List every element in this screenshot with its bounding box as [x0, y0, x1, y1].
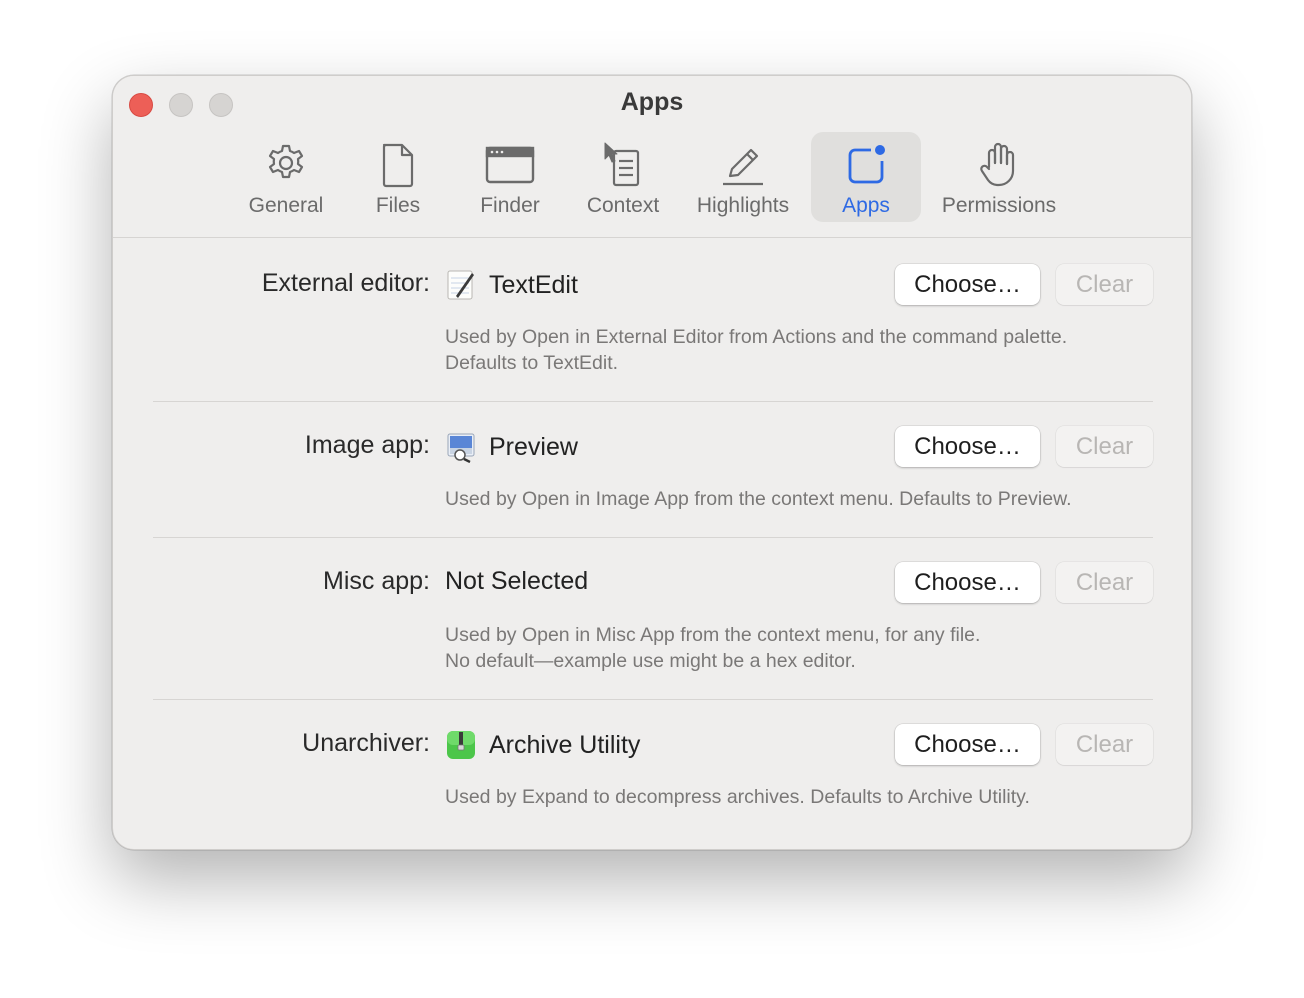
- document-icon: [371, 138, 425, 192]
- image-app-name: Preview: [489, 432, 578, 461]
- unarchiver-description: Used by Expand to decompress archives. D…: [445, 784, 1155, 810]
- divider: [153, 537, 1153, 538]
- description-line: Used by Expand to decompress archives. D…: [445, 786, 1030, 808]
- tab-label: Context: [586, 194, 660, 217]
- tab-apps[interactable]: Apps: [811, 132, 921, 222]
- unarchiver-label: Unarchiver:: [302, 729, 430, 757]
- tab-label: Permissions: [941, 194, 1057, 217]
- external-editor-description: Used by Open in External Editor from Act…: [445, 324, 1155, 376]
- textedit-icon: [445, 269, 477, 301]
- description-line: No default—example use might be a hex ed…: [445, 650, 856, 672]
- tab-highlights[interactable]: Highlights: [687, 132, 799, 222]
- misc-app-choose-button[interactable]: Choose…: [895, 562, 1040, 603]
- preferences-window: Apps General Files Finder Context Highli…: [112, 75, 1192, 850]
- divider: [153, 401, 1153, 402]
- misc-app-value: Not Selected: [445, 567, 588, 596]
- unarchiver-value: Archive Utility: [445, 729, 640, 761]
- tab-general[interactable]: General: [241, 132, 331, 222]
- misc-app-description: Used by Open in Misc App from the contex…: [445, 622, 1155, 674]
- image-app-description: Used by Open in Image App from the conte…: [445, 486, 1155, 512]
- external-editor-value: TextEdit: [445, 269, 578, 301]
- image-app-value: Preview: [445, 431, 578, 464]
- misc-app-name: Not Selected: [445, 567, 589, 595]
- tab-label: Highlights: [696, 194, 790, 217]
- external-editor-label: External editor:: [261, 269, 430, 297]
- unarchiver-choose-button[interactable]: Choose…: [895, 724, 1040, 765]
- app-badge-icon: [839, 138, 893, 192]
- unarchiver-clear-button[interactable]: Clear: [1056, 724, 1153, 765]
- external-editor-choose-button[interactable]: Choose…: [895, 264, 1040, 305]
- window-title: Apps: [620, 88, 684, 116]
- window-icon: [483, 138, 537, 192]
- tab-label: Files: [375, 194, 421, 217]
- tab-files[interactable]: Files: [363, 132, 433, 222]
- description-line: Used by Open in Misc App from the contex…: [445, 624, 981, 646]
- tab-finder[interactable]: Finder: [465, 132, 555, 222]
- preferences-toolbar: General Files Finder Context Highlights …: [113, 132, 1191, 224]
- description-line: Used by Open in External Editor from Act…: [445, 326, 1068, 348]
- tab-label: Apps: [842, 194, 890, 217]
- tab-label: General: [248, 194, 324, 217]
- divider: [153, 699, 1153, 700]
- description-line: Used by Open in Image App from the conte…: [445, 488, 1072, 510]
- misc-app-clear-button[interactable]: Clear: [1056, 562, 1153, 603]
- titlebar: Apps General Files Finder Context Highli…: [113, 76, 1191, 238]
- image-app-clear-button[interactable]: Clear: [1056, 426, 1153, 467]
- tab-context[interactable]: Context: [575, 132, 671, 222]
- tab-permissions[interactable]: Permissions: [931, 132, 1067, 222]
- unarchiver-app-name: Archive Utility: [489, 730, 641, 759]
- tab-label: Finder: [480, 194, 540, 217]
- description-line: Defaults to TextEdit.: [445, 352, 619, 374]
- external-editor-app-name: TextEdit: [489, 270, 578, 299]
- hand-icon: [972, 138, 1026, 192]
- misc-app-label: Misc app:: [323, 567, 430, 595]
- preview-icon: [445, 431, 477, 464]
- archive-utility-icon: [445, 729, 477, 761]
- external-editor-clear-button[interactable]: Clear: [1056, 264, 1153, 305]
- image-app-choose-button[interactable]: Choose…: [895, 426, 1040, 467]
- gear-icon: [259, 138, 313, 192]
- image-app-label: Image app:: [304, 431, 430, 459]
- pencil-icon: [716, 138, 770, 192]
- context-menu-icon: [596, 138, 650, 192]
